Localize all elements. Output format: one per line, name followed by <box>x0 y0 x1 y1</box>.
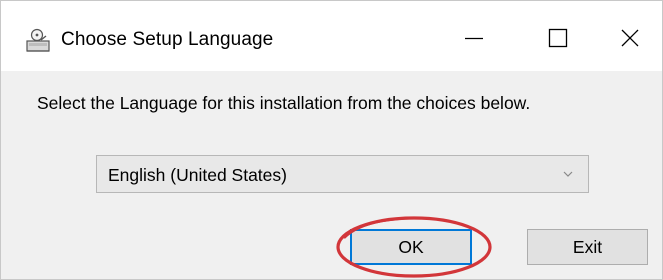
maximize-icon <box>548 28 568 48</box>
ok-button-label: OK <box>398 236 424 257</box>
title-bar[interactable]: Choose Setup Language <box>1 1 662 71</box>
window-title: Choose Setup Language <box>61 29 274 50</box>
chevron-down-icon <box>563 171 573 177</box>
close-button[interactable] <box>602 15 658 61</box>
setup-language-dialog: Choose Setup Language Select the Languag… <box>0 0 663 280</box>
minimize-icon <box>465 37 483 40</box>
setup-installer-icon <box>26 28 50 52</box>
maximize-button[interactable] <box>530 15 586 61</box>
exit-button[interactable]: Exit <box>527 229 648 265</box>
language-select-value: English (United States) <box>108 165 287 185</box>
exit-button-label: Exit <box>572 236 603 257</box>
instruction-text: Select the Language for this installatio… <box>37 93 531 113</box>
minimize-button[interactable] <box>446 15 502 61</box>
close-icon <box>621 29 639 47</box>
language-select[interactable]: English (United States) <box>96 155 589 193</box>
ok-button[interactable]: OK <box>350 229 472 265</box>
